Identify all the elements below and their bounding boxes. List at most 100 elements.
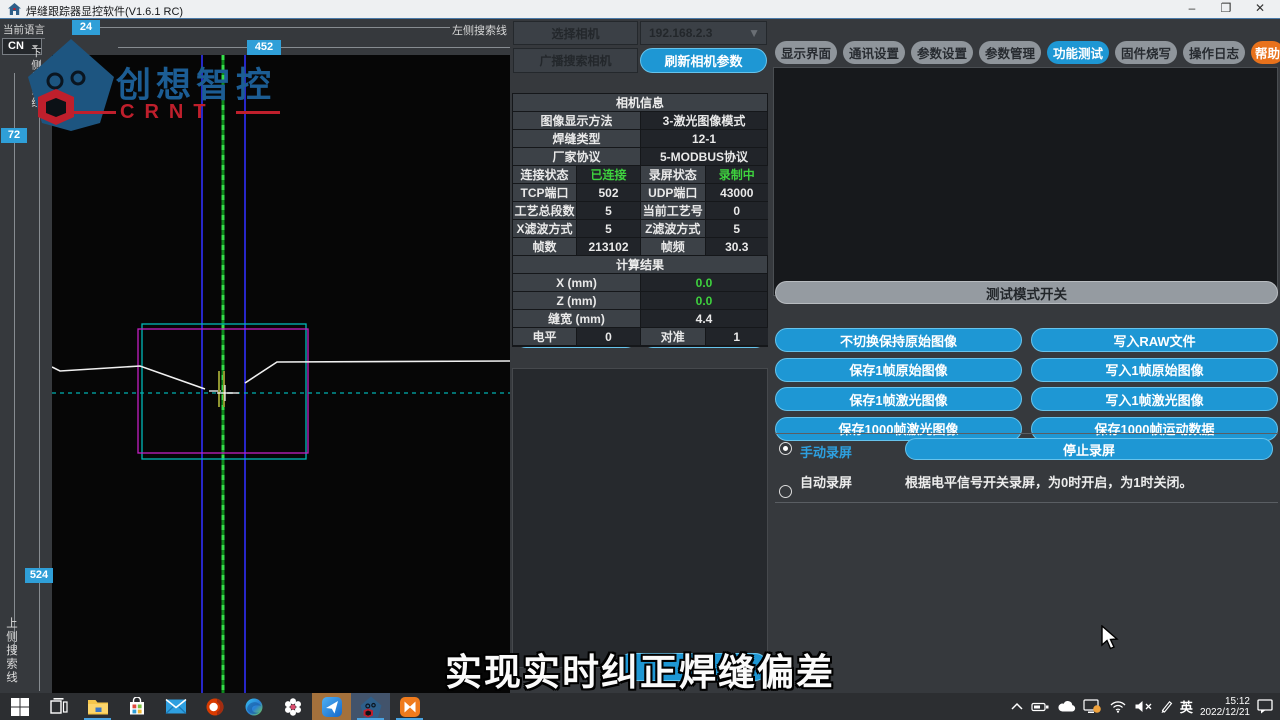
function-button-grid: 不切换保持原始图像写入RAW文件保存1帧原始图像写入1帧原始图像保存1帧激光图像…	[775, 328, 1278, 441]
tray-action-center-icon[interactable]	[1257, 699, 1274, 714]
function-button-7[interactable]: 保存1000帧激光图像	[775, 417, 1022, 441]
camera-info-table: 相机信息图像显示方法3-激光图像模式焊缝类型12-1厂家协议5-MODBUS协议…	[512, 93, 768, 347]
crnt-app-icon[interactable]	[351, 693, 390, 720]
start-button[interactable]	[0, 693, 39, 720]
mail-app-icon[interactable]	[156, 693, 195, 720]
file-explorer-icon[interactable]	[78, 693, 117, 720]
tray-wifi-icon[interactable]	[1109, 700, 1127, 713]
window-title: 焊缝跟踪器显控软件(V1.6.1 RC)	[26, 3, 183, 19]
laser-profile-right	[245, 361, 510, 383]
tray-date: 2022/12/21	[1200, 707, 1250, 718]
mouse-cursor	[1100, 625, 1122, 651]
auto-record-radio[interactable]	[779, 485, 792, 498]
calc-label: 电平	[513, 328, 576, 345]
info-value: 5	[706, 220, 769, 237]
calc-value: 0.0	[641, 274, 767, 291]
info-label: 录屏状态	[641, 166, 705, 183]
tray-display-notification-icon[interactable]	[1083, 699, 1102, 714]
capture-app-icon[interactable]	[312, 693, 351, 720]
tray-time: 15:12	[1225, 696, 1250, 707]
language-label: 当前语言	[3, 22, 45, 39]
tab-1[interactable]: 显示界面	[775, 41, 837, 64]
left-search-slider-handle[interactable]: 452	[247, 40, 281, 55]
dropdown-caret-icon: ▼	[748, 26, 760, 40]
top-search-slider-track[interactable]	[14, 73, 15, 653]
tab-5[interactable]: 功能测试	[1047, 41, 1109, 64]
tray-volume-muted-icon[interactable]	[1134, 700, 1152, 713]
manual-record-label: 手动录屏	[800, 442, 852, 461]
info-label: X滤波方式	[513, 220, 576, 237]
info-label: 工艺总段数	[513, 202, 576, 219]
calc-value: 1	[706, 328, 769, 345]
office-app-icon[interactable]	[195, 693, 234, 720]
app-window: 当前语言 CN 72 524 下侧搜索线 上侧搜索线 24 左侧搜索线 452 …	[0, 18, 1280, 693]
taskbar: 英 15:12 2022/12/21	[0, 693, 1280, 720]
taskbar-icons	[0, 693, 429, 720]
tray-battery-icon[interactable]	[1031, 701, 1050, 713]
logo-house-icon	[28, 39, 114, 131]
logo-text-en: CRNT	[120, 101, 216, 124]
info-label: UDP端口	[641, 184, 705, 201]
info-label: 帧数	[513, 238, 576, 255]
tab-4[interactable]: 参数管理	[979, 41, 1041, 64]
info-label: 焊缝类型	[513, 130, 640, 147]
camera-info-header: 相机信息	[513, 94, 767, 111]
tab-3[interactable]: 参数设置	[911, 41, 973, 64]
laser-profile-left	[52, 366, 205, 389]
recorder-app-icon[interactable]	[273, 693, 312, 720]
manual-record-radio[interactable]	[779, 442, 792, 455]
refresh-camera-params-button[interactable]: 刷新相机参数	[640, 48, 767, 73]
function-button-3[interactable]: 保存1帧原始图像	[775, 358, 1022, 382]
camera-ip-dropdown[interactable]: 192.168.2.3 ▼	[640, 21, 767, 45]
select-camera-button[interactable]: 选择相机	[513, 21, 638, 45]
minimize-button[interactable]: –	[1178, 0, 1206, 18]
tab-8[interactable]: 帮助	[1251, 41, 1280, 64]
info-label: 帧频	[641, 238, 705, 255]
info-label: Z滤波方式	[641, 220, 705, 237]
info-value: 0	[706, 202, 769, 219]
tray-input-language-indicator[interactable]: 英	[1180, 697, 1193, 716]
info-value: 12-1	[641, 130, 767, 147]
right-search-slider-handle[interactable]: 24	[72, 20, 100, 35]
empty-status-panel	[512, 368, 768, 668]
left-search-label: 左侧搜索线	[452, 22, 507, 38]
info-value: 30.3	[706, 238, 769, 255]
info-value: 5	[577, 202, 640, 219]
right-search-slider-track[interactable]	[75, 27, 450, 28]
task-view-button[interactable]	[39, 693, 78, 720]
function-button-4[interactable]: 写入1帧原始图像	[1031, 358, 1278, 382]
tab-6[interactable]: 固件烧写	[1115, 41, 1177, 64]
function-button-5[interactable]: 保存1帧激光图像	[775, 387, 1022, 411]
tray-pen-icon[interactable]	[1159, 700, 1173, 714]
function-button-2[interactable]: 写入RAW文件	[1031, 328, 1278, 352]
edge-browser-icon[interactable]	[234, 693, 273, 720]
function-button-6[interactable]: 写入1帧激光图像	[1031, 387, 1278, 411]
divider-line	[775, 433, 1278, 434]
bandicam-app-icon[interactable]	[390, 693, 429, 720]
tray-onedrive-cloud-icon[interactable]	[1057, 701, 1076, 713]
info-label: TCP端口	[513, 184, 576, 201]
microsoft-store-icon[interactable]	[117, 693, 156, 720]
tab-7[interactable]: 操作日志	[1183, 41, 1245, 64]
info-value: 5	[577, 220, 640, 237]
stop-record-button[interactable]: 停止录屏	[905, 438, 1273, 460]
maximize-button[interactable]: ❐	[1212, 0, 1240, 18]
info-label: 连接状态	[513, 166, 576, 183]
calc-value: 4.4	[641, 310, 767, 327]
function-button-1[interactable]: 不切换保持原始图像	[775, 328, 1022, 352]
nav-tabs: 显示界面通讯设置参数设置参数管理功能测试固件烧写操作日志帮助	[775, 41, 1278, 64]
tray-chevron-up-icon[interactable]	[1010, 701, 1024, 713]
bottom-search-slider-handle[interactable]: 524	[25, 568, 53, 583]
logo-dash-left	[72, 111, 116, 114]
broadcast-search-button[interactable]: 广播搜索相机	[513, 48, 638, 73]
function-display-panel	[773, 67, 1278, 296]
info-label: 当前工艺号	[641, 202, 705, 219]
function-button-8[interactable]: 保存1000帧运动数据	[1031, 417, 1278, 441]
tab-2[interactable]: 通讯设置	[843, 41, 905, 64]
bottom-search-slider-track[interactable]	[39, 61, 40, 691]
close-button[interactable]: ✕	[1246, 0, 1274, 18]
tray-clock[interactable]: 15:12 2022/12/21	[1200, 696, 1250, 718]
language-value: CN	[8, 40, 24, 52]
top-search-slider-handle[interactable]: 72	[1, 128, 27, 143]
test-mode-switch-button[interactable]: 测试模式开关	[775, 281, 1278, 304]
